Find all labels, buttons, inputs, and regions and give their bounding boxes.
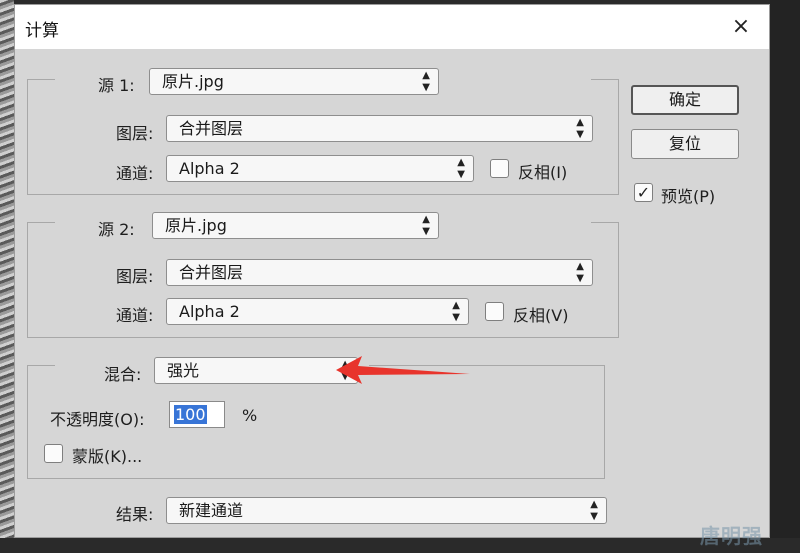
result-select[interactable]: 新建通道 ▲ ▼ xyxy=(166,497,607,524)
source1-layer-value: 合并图层 xyxy=(179,119,244,138)
blend-mode-value: 强光 xyxy=(167,361,200,380)
source2-label: 源 2: xyxy=(98,220,135,239)
source2-channel-value: Alpha 2 xyxy=(179,302,240,321)
opacity-unit: % xyxy=(242,406,258,425)
source1-channel-select[interactable]: Alpha 2 ▲ ▼ xyxy=(166,155,474,182)
title-bar: 计算 × xyxy=(15,5,769,49)
source2-layer-value: 合并图层 xyxy=(179,263,244,282)
select-arrows-icon: ▲ ▼ xyxy=(452,299,460,323)
source1-file-value: 原片.jpg xyxy=(162,72,224,91)
ok-button[interactable]: 确定 xyxy=(631,85,739,115)
source2-layer-select[interactable]: 合并图层 ▲ ▼ xyxy=(166,259,593,286)
dialog-content: 源 1: 原片.jpg ▲ ▼ 图层: 合并图层 ▲ ▼ 通道: Alpha 2 ▲… xyxy=(15,49,769,537)
select-arrows-icon: ▲ ▼ xyxy=(590,498,598,522)
mask-checkbox[interactable] xyxy=(44,444,63,463)
preview-label: 预览(P) xyxy=(661,187,716,206)
source1-invert-checkbox[interactable] xyxy=(490,159,509,178)
opacity-value: 100 xyxy=(174,405,207,424)
opacity-label: 不透明度(O): xyxy=(50,410,145,429)
select-arrows-icon: ▲ ▼ xyxy=(576,260,584,284)
close-icon[interactable]: × xyxy=(727,13,755,41)
select-arrows-icon: ▲ ▼ xyxy=(576,116,584,140)
background-image-strip xyxy=(0,0,14,553)
source2-layer-label: 图层: xyxy=(116,267,154,286)
reset-button[interactable]: 复位 xyxy=(631,129,739,159)
background-right xyxy=(770,0,800,553)
blend-mode-select[interactable]: 强光 ▲ ▼ xyxy=(154,357,358,384)
opacity-input[interactable]: 100 xyxy=(169,401,225,428)
select-arrows-icon: ▲ ▼ xyxy=(422,213,430,237)
annotation-arrow-icon xyxy=(336,356,470,384)
select-arrows-icon: ▲ ▼ xyxy=(422,69,430,93)
source2-channel-label: 通道: xyxy=(116,306,154,325)
source1-channel-label: 通道: xyxy=(116,164,154,183)
source1-label: 源 1: xyxy=(98,76,135,95)
calculations-dialog: 计算 × 源 1: 原片.jpg ▲ ▼ 图层: 合并图层 ▲ ▼ 通道: Alph… xyxy=(14,4,770,538)
source1-invert-label: 反相(I) xyxy=(518,163,568,182)
source1-channel-value: Alpha 2 xyxy=(179,159,240,178)
source2-invert-checkbox[interactable] xyxy=(485,302,504,321)
source2-channel-select[interactable]: Alpha 2 ▲ ▼ xyxy=(166,298,469,325)
preview-checkbox[interactable]: ✓ xyxy=(634,183,653,202)
source1-layer-label: 图层: xyxy=(116,124,154,143)
source2-file-value: 原片.jpg xyxy=(165,216,227,235)
source1-file-select[interactable]: 原片.jpg ▲ ▼ xyxy=(149,68,439,95)
background-bottom xyxy=(0,538,800,553)
blend-label: 混合: xyxy=(104,365,142,384)
source2-invert-label: 反相(V) xyxy=(513,306,569,325)
check-icon: ✓ xyxy=(636,183,651,202)
select-arrows-icon: ▲ ▼ xyxy=(457,156,465,180)
result-value: 新建通道 xyxy=(179,501,244,520)
source1-layer-select[interactable]: 合并图层 ▲ ▼ xyxy=(166,115,593,142)
source2-file-select[interactable]: 原片.jpg ▲ ▼ xyxy=(152,212,439,239)
result-label: 结果: xyxy=(116,505,154,524)
mask-label: 蒙版(K)... xyxy=(72,447,143,466)
dialog-title: 计算 xyxy=(25,21,59,41)
watermark: 唐明强 xyxy=(700,524,763,548)
